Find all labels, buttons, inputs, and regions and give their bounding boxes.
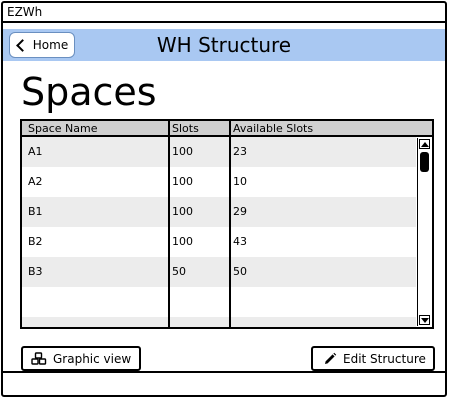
cell-space-name: A1 <box>28 145 43 158</box>
pencil-icon <box>325 352 337 364</box>
cubes-icon <box>31 352 47 365</box>
title-bar: EZWh <box>3 3 445 23</box>
cell-available-slots: 43 <box>233 235 247 248</box>
arrow-up-icon <box>420 141 429 147</box>
cell-slots: 100 <box>172 235 193 248</box>
spaces-table: Space Name Slots Available Slots A1 100 … <box>20 119 434 329</box>
scroll-thumb[interactable] <box>420 152 429 172</box>
page-title: Spaces <box>21 70 157 114</box>
status-bar <box>3 371 445 391</box>
table-row-empty <box>22 287 416 317</box>
column-divider <box>229 121 231 327</box>
table-row-empty <box>22 317 416 327</box>
cell-space-name: B3 <box>28 265 43 278</box>
table-row[interactable]: B3 50 50 <box>22 257 416 287</box>
cell-available-slots: 29 <box>233 205 247 218</box>
column-header-slots[interactable]: Slots <box>172 122 199 135</box>
arrow-down-icon <box>420 317 429 323</box>
column-header-space-name[interactable]: Space Name <box>28 122 97 135</box>
cell-space-name: B1 <box>28 205 43 218</box>
cell-space-name: B2 <box>28 235 43 248</box>
table-scrollbar[interactable] <box>417 138 431 326</box>
column-divider <box>168 121 170 327</box>
cell-available-slots: 23 <box>233 145 247 158</box>
app-window: EZWh Home WH Structure Spaces Space Name… <box>1 1 447 397</box>
header-bar: Home WH Structure <box>3 29 445 61</box>
table-row[interactable]: A1 100 23 <box>22 137 416 167</box>
table-row[interactable]: B1 100 29 <box>22 197 416 227</box>
edit-structure-button[interactable]: Edit Structure <box>311 346 435 371</box>
table-row[interactable]: B2 100 43 <box>22 227 416 257</box>
graphic-view-label: Graphic view <box>53 351 132 366</box>
graphic-view-button[interactable]: Graphic view <box>21 346 141 371</box>
edit-structure-label: Edit Structure <box>343 351 426 366</box>
cell-available-slots: 50 <box>233 265 247 278</box>
table-row[interactable]: A2 100 10 <box>22 167 416 197</box>
cell-slots: 100 <box>172 205 193 218</box>
column-header-available-slots[interactable]: Available Slots <box>233 122 313 135</box>
header-title: WH Structure <box>156 33 292 57</box>
table-header: Space Name Slots Available Slots <box>22 121 432 137</box>
cell-available-slots: 10 <box>233 175 247 188</box>
cell-slots: 100 <box>172 145 193 158</box>
cell-slots: 50 <box>172 265 186 278</box>
app-title: EZWh <box>7 5 43 19</box>
cell-slots: 100 <box>172 175 193 188</box>
cell-space-name: A2 <box>28 175 43 188</box>
scroll-up-button[interactable] <box>419 139 430 149</box>
scroll-down-button[interactable] <box>419 315 430 325</box>
